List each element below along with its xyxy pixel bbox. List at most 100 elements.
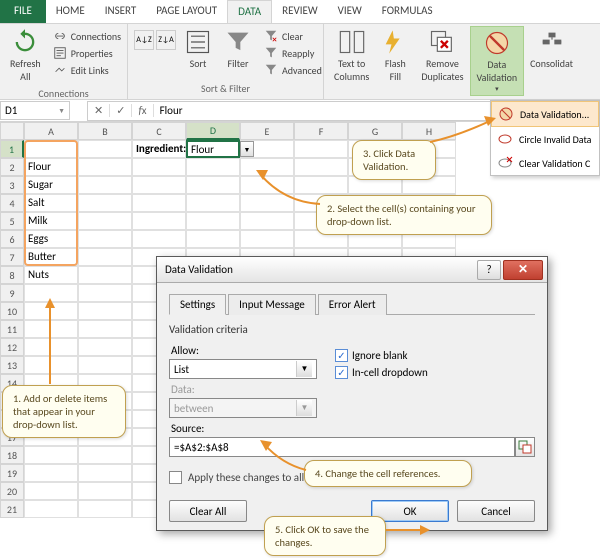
row-1[interactable]: 1 xyxy=(0,140,24,158)
row-9[interactable]: 9 xyxy=(0,284,24,302)
sort-za-button[interactable]: Z↓A xyxy=(156,30,176,50)
cell[interactable] xyxy=(240,230,294,248)
cell[interactable] xyxy=(78,338,132,356)
cell[interactable] xyxy=(240,212,294,230)
cell[interactable] xyxy=(186,212,240,230)
select-all-corner[interactable] xyxy=(0,122,24,140)
dialog-tab-error-alert[interactable]: Error Alert xyxy=(318,294,387,315)
row-7[interactable]: 7 xyxy=(0,248,24,266)
data-validation-button[interactable]: Data Validation ▾ xyxy=(470,26,525,96)
cell[interactable] xyxy=(240,194,294,212)
tab-formulas[interactable]: FORMULAS xyxy=(372,0,443,23)
cell[interactable] xyxy=(24,500,78,518)
cell[interactable] xyxy=(78,500,132,518)
cell[interactable] xyxy=(132,158,186,176)
dropdown-handle[interactable]: ▼ xyxy=(240,141,254,157)
advanced-filter-button[interactable]: Advanced xyxy=(260,62,326,78)
filter-button[interactable]: Filter xyxy=(218,26,258,72)
cell[interactable] xyxy=(294,176,348,194)
menu-data-validation[interactable]: Data Validation... xyxy=(491,101,599,127)
row-19[interactable]: 19 xyxy=(0,464,24,482)
tab-data[interactable]: DATA xyxy=(227,0,272,23)
row-11[interactable]: 11 xyxy=(0,320,24,338)
cell[interactable]: Sugar xyxy=(24,176,78,194)
cell[interactable] xyxy=(186,176,240,194)
range-picker-button[interactable] xyxy=(515,437,535,457)
cell[interactable] xyxy=(240,176,294,194)
dialog-tab-input-message[interactable]: Input Message xyxy=(228,294,316,315)
row-4[interactable]: 4 xyxy=(0,194,24,212)
cell[interactable] xyxy=(78,356,132,374)
row-2[interactable]: 2 xyxy=(0,158,24,176)
cell[interactable] xyxy=(24,464,78,482)
row-3[interactable]: 3 xyxy=(0,176,24,194)
tab-pagelayout[interactable]: PAGE LAYOUT xyxy=(146,0,227,23)
fx-button[interactable]: fx xyxy=(132,104,153,117)
cell[interactable] xyxy=(78,248,132,266)
cell[interactable] xyxy=(186,158,240,176)
cell[interactable] xyxy=(78,230,132,248)
col-G[interactable]: G xyxy=(348,122,402,140)
cell[interactable] xyxy=(132,212,186,230)
row-20[interactable]: 20 xyxy=(0,482,24,500)
menu-circle-invalid[interactable]: Circle Invalid Data xyxy=(491,127,599,151)
sort-button[interactable]: Sort xyxy=(178,26,218,72)
cell[interactable] xyxy=(186,230,240,248)
connections-button[interactable]: Connections xyxy=(49,28,125,44)
tab-review[interactable]: REVIEW xyxy=(272,0,328,23)
enter-formula-button[interactable]: ✓ xyxy=(110,104,132,117)
row-12[interactable]: 12 xyxy=(0,338,24,356)
cell[interactable] xyxy=(24,338,78,356)
tab-insert[interactable]: INSERT xyxy=(95,0,147,23)
sort-az-button[interactable]: A↓Z xyxy=(134,30,154,50)
clear-all-button[interactable]: Clear All xyxy=(169,500,247,522)
source-input[interactable] xyxy=(169,437,515,457)
cell[interactable] xyxy=(78,446,132,464)
cell[interactable]: Flour xyxy=(186,140,240,158)
row-8[interactable]: 8 xyxy=(0,266,24,284)
col-D[interactable]: D xyxy=(186,122,240,140)
col-A[interactable]: A xyxy=(24,122,78,140)
incell-dropdown-checkbox[interactable]: ✓In-cell dropdown xyxy=(335,366,428,379)
col-F[interactable]: F xyxy=(294,122,348,140)
col-E[interactable]: E xyxy=(240,122,294,140)
allow-select[interactable]: List▼ xyxy=(169,359,317,379)
cancel-formula-button[interactable]: ✕ xyxy=(88,104,110,117)
row-6[interactable]: 6 xyxy=(0,230,24,248)
consolidate-button[interactable]: Consolidat xyxy=(524,26,579,72)
cell[interactable] xyxy=(132,230,186,248)
row-5[interactable]: 5 xyxy=(0,212,24,230)
flash-fill-button[interactable]: Flash Fill xyxy=(375,26,415,85)
cell[interactable] xyxy=(78,212,132,230)
cell[interactable] xyxy=(78,464,132,482)
cell[interactable] xyxy=(240,158,294,176)
cell[interactable]: Flour xyxy=(24,158,78,176)
cell[interactable]: Butter xyxy=(24,248,78,266)
reapply-button[interactable]: Reapply xyxy=(260,45,326,61)
cell[interactable] xyxy=(78,284,132,302)
cell[interactable] xyxy=(78,158,132,176)
col-H[interactable]: H xyxy=(402,122,456,140)
dialog-titlebar[interactable]: Data Validation ? ✕ xyxy=(157,257,547,283)
cell[interactable] xyxy=(24,302,78,320)
cell[interactable] xyxy=(24,446,78,464)
menu-clear-validation[interactable]: Clear Validation C xyxy=(491,151,599,175)
cell[interactable]: Milk xyxy=(24,212,78,230)
cell[interactable] xyxy=(294,158,348,176)
cell[interactable] xyxy=(24,356,78,374)
cell[interactable] xyxy=(78,266,132,284)
tab-view[interactable]: VIEW xyxy=(328,0,372,23)
dialog-close-button[interactable]: ✕ xyxy=(503,260,543,280)
cell[interactable] xyxy=(78,140,132,158)
row-13[interactable]: 13 xyxy=(0,356,24,374)
cell[interactable] xyxy=(24,482,78,500)
cell[interactable] xyxy=(294,140,348,158)
cell[interactable] xyxy=(78,482,132,500)
ignore-blank-checkbox[interactable]: ✓Ignore blank xyxy=(335,349,428,362)
cell[interactable] xyxy=(78,194,132,212)
refresh-all-button[interactable]: Refresh All xyxy=(4,26,47,85)
edit-links-button[interactable]: Edit Links xyxy=(49,62,125,78)
cell[interactable] xyxy=(132,176,186,194)
cell[interactable] xyxy=(78,320,132,338)
cell[interactable] xyxy=(78,302,132,320)
